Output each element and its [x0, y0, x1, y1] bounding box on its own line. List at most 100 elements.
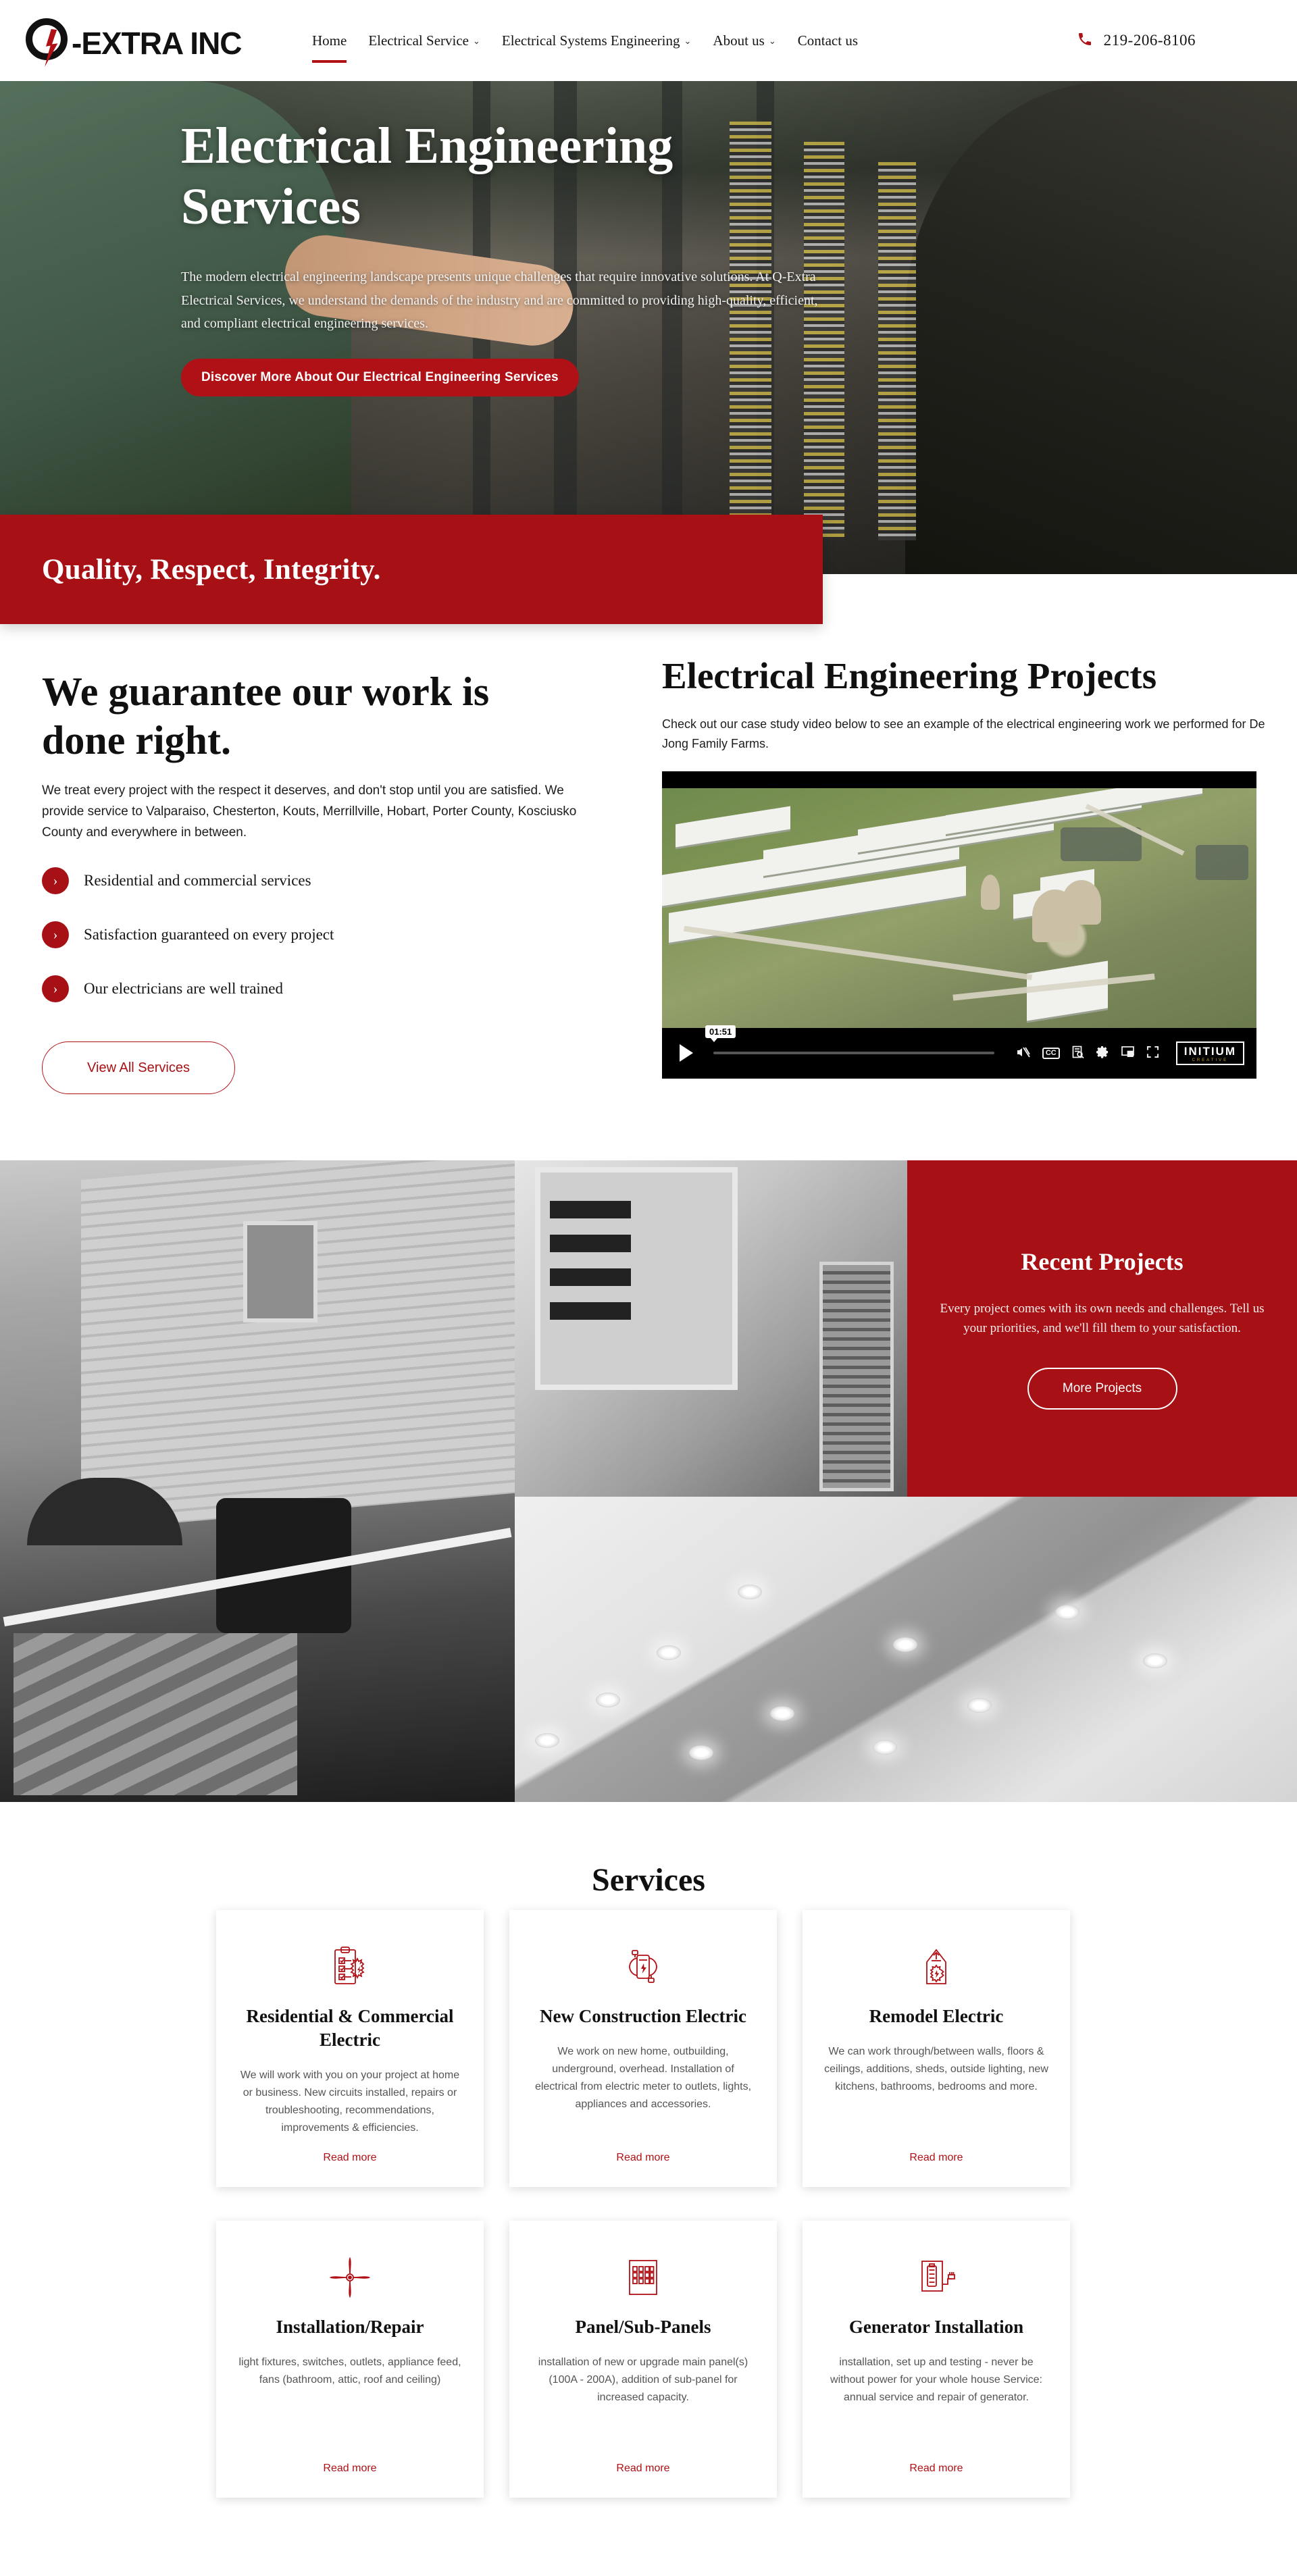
more-projects-button[interactable]: More Projects — [1027, 1368, 1177, 1410]
service-card-new-construction[interactable]: New Construction Electric We work on new… — [509, 1910, 777, 2187]
guarantee-feature-list: › Residential and commercial services › … — [42, 867, 603, 1003]
logo-wordmark: -EXTRA INC — [72, 26, 243, 61]
read-more-link[interactable]: Read more — [323, 2463, 376, 2475]
recent-projects-body: Every project comes with its own needs a… — [940, 1301, 1265, 1335]
generator-battery-crank-icon — [917, 2252, 956, 2303]
recent-projects-title: Recent Projects — [1021, 1247, 1184, 1275]
video-time-label: 01:51 — [705, 1025, 736, 1043]
mute-icon[interactable] — [1015, 1046, 1030, 1060]
service-card-title: Installation/Repair — [276, 2317, 424, 2337]
chevron-down-icon: ⌄ — [473, 36, 480, 46]
feature-label: Our electricians are well trained — [84, 980, 284, 998]
gallery-image-deck-house — [0, 1160, 515, 1802]
gallery-image-recessed-lighting — [515, 1497, 1297, 1802]
logo-q-mark — [26, 14, 76, 67]
hero-subtitle: The modern electrical engineering landsc… — [181, 269, 818, 332]
nav-label: Contact us — [797, 32, 858, 49]
guarantee-title: We guarantee our work is done right. — [42, 669, 490, 763]
service-card-description: installation of new or upgrade main pane… — [538, 2356, 748, 2403]
service-card-title: New Construction Electric — [540, 2006, 746, 2026]
service-card-description: We work on new home, outbuilding, underg… — [534, 2046, 752, 2110]
nav-label: Electrical Systems Engineering — [501, 32, 680, 49]
list-item: › Our electricians are well trained — [42, 975, 603, 1003]
site-header: -EXTRA INC Home Electrical Service ⌄ Ele… — [0, 0, 1297, 81]
service-card-title: Panel/Sub-Panels — [575, 2317, 711, 2337]
service-card-description: We can work through/between walls, floor… — [824, 2046, 1048, 2092]
video-poster-frame — [662, 788, 1256, 1028]
breaker-panel-icon — [626, 2252, 661, 2303]
read-more-link[interactable]: Read more — [616, 2463, 669, 2475]
chevron-down-icon: ⌄ — [768, 36, 776, 46]
nav-item-electrical-systems-engineering[interactable]: Electrical Systems Engineering ⌄ — [501, 30, 693, 52]
guarantee-and-projects-section: We guarantee our work is done right. We … — [0, 648, 1297, 1162]
quality-respect-integrity-banner: Quality, Respect, Integrity. — [0, 515, 823, 624]
nav-item-contact-us[interactable]: Contact us — [796, 30, 859, 52]
service-card-title: Generator Installation — [848, 2317, 1024, 2337]
banner-text: Quality, Respect, Integrity. — [42, 553, 381, 586]
hero-section: Electrical Engineering Services The mode… — [0, 81, 1297, 574]
nav-label: Home — [312, 32, 347, 49]
picture-in-picture-icon[interactable] — [1121, 1046, 1134, 1060]
logo-q-circle — [26, 18, 68, 60]
view-all-services-button[interactable]: View All Services — [42, 1041, 235, 1095]
phone-number: 219-206-8106 — [1103, 32, 1196, 49]
service-card-residential-commercial[interactable]: Residential & Commercial Electric We wil… — [216, 1910, 484, 2187]
nav-item-electrical-service[interactable]: Electrical Service ⌄ — [367, 30, 482, 52]
cc-icon[interactable]: CC — [1042, 1047, 1060, 1059]
nav-label: Electrical Service — [368, 32, 469, 49]
nav-label: About us — [713, 32, 765, 49]
guarantee-body: We treat every project with the respect … — [42, 783, 577, 840]
projects-title: Electrical Engineering Projects — [662, 655, 1157, 696]
initium-creative-logo: INITIUM CREATIVE — [1175, 1041, 1244, 1065]
recent-projects-panel: Recent Projects Every project comes with… — [907, 1160, 1297, 1497]
services-card-grid: Residential & Commercial Electric We wil… — [216, 1910, 1070, 2498]
service-card-title: Remodel Electric — [869, 2006, 1004, 2026]
ceiling-fan-icon — [329, 2252, 371, 2303]
video-progress[interactable]: 01:51 — [705, 1025, 994, 1063]
service-card-title: Residential & Commercial Electric — [246, 2006, 454, 2051]
chevron-right-icon: › — [42, 921, 69, 949]
feature-label: Residential and commercial services — [84, 872, 311, 890]
read-more-link[interactable]: Read more — [909, 2152, 963, 2164]
projects-column: Electrical Engineering Projects Check ou… — [662, 655, 1265, 1079]
video-progress-bar[interactable] — [713, 1052, 994, 1055]
read-more-link[interactable]: Read more — [616, 2152, 669, 2164]
read-more-link[interactable]: Read more — [909, 2463, 963, 2475]
play-icon[interactable] — [680, 1044, 693, 1062]
projects-subtitle: Check out our case study video below to … — [662, 717, 1265, 750]
list-item: › Residential and commercial services — [42, 867, 603, 895]
chevron-right-icon: › — [42, 867, 69, 895]
service-card-generator-installation[interactable]: Generator Installation installation, set… — [803, 2221, 1070, 2498]
house-gear-bolt-icon — [917, 1941, 955, 1992]
settings-gear-icon[interactable] — [1096, 1046, 1109, 1060]
video-controls-bar: 01:51 CC INITIUM CREATIVE — [662, 1025, 1256, 1079]
service-card-description: installation, set up and testing - never… — [830, 2356, 1042, 2403]
feature-label: Satisfaction guaranteed on every project — [84, 926, 334, 944]
gallery-image-breaker-panel — [515, 1160, 907, 1497]
hero-content: Electrical Engineering Services The mode… — [181, 116, 857, 396]
service-card-panel-sub-panels[interactable]: Panel/Sub-Panels installation of new or … — [509, 2221, 777, 2498]
service-card-description: We will work with you on your project at… — [240, 2069, 460, 2134]
service-card-remodel-electric[interactable]: Remodel Electric We can work through/bet… — [803, 1910, 1070, 2187]
chevron-right-icon: › — [42, 975, 69, 1003]
site-logo[interactable]: -EXTRA INC — [26, 12, 243, 69]
nav-item-about-us[interactable]: About us ⌄ — [711, 30, 777, 52]
phone-icon — [1077, 31, 1093, 50]
hero-title: Electrical Engineering Services — [181, 118, 673, 235]
transcript-icon[interactable] — [1072, 1046, 1084, 1060]
guarantee-column: We guarantee our work is done right. We … — [42, 667, 603, 1095]
case-study-video-player[interactable]: 01:51 CC INITIUM CREATIVE — [662, 771, 1256, 1079]
service-card-installation-repair[interactable]: Installation/Repair light fixtures, swit… — [216, 2221, 484, 2498]
nav-item-home[interactable]: Home — [311, 30, 348, 63]
initium-logo-main: INITIUM — [1184, 1044, 1236, 1058]
fullscreen-icon[interactable] — [1146, 1046, 1159, 1060]
projects-gallery-section: Recent Projects Every project comes with… — [0, 1160, 1297, 1802]
main-navigation: Home Electrical Service ⌄ Electrical Sys… — [311, 0, 859, 81]
services-section: Services Residential & Commercial Electr… — [0, 1802, 1297, 2576]
discover-more-button[interactable]: Discover More About Our Electrical Engin… — [181, 358, 579, 396]
read-more-link[interactable]: Read more — [323, 2152, 376, 2164]
clipboard-checklist-bolt-icon — [331, 1941, 369, 1992]
initium-logo-sub: CREATIVE — [1192, 1058, 1229, 1062]
service-card-description: light fixtures, switches, outlets, appli… — [238, 2356, 461, 2386]
header-phone[interactable]: 219-206-8106 — [1077, 0, 1196, 81]
